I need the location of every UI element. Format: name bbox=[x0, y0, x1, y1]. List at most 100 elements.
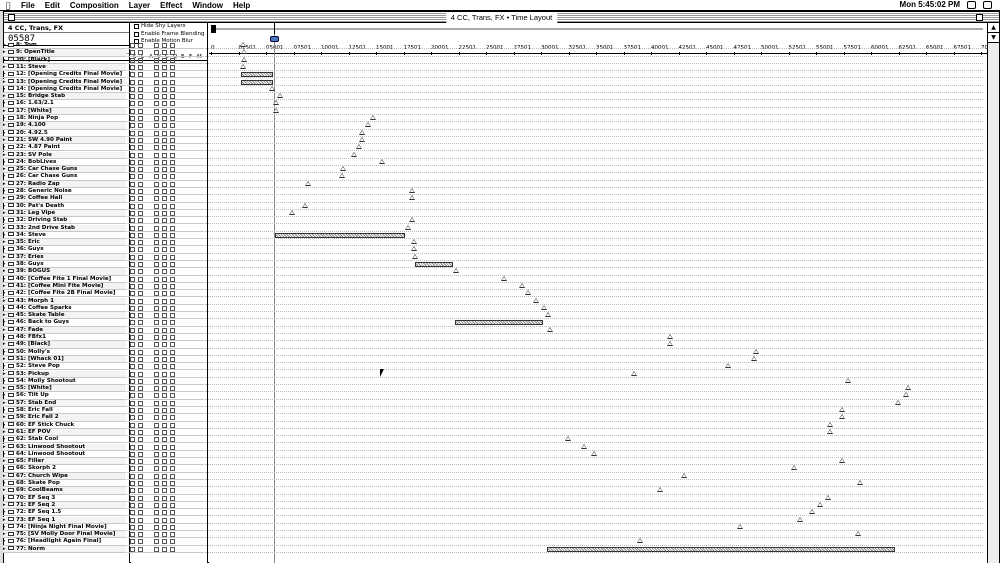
keyframe-marker-icon[interactable] bbox=[412, 253, 418, 259]
quality-switch-icon[interactable] bbox=[154, 240, 159, 246]
effect-switch-icon[interactable] bbox=[162, 378, 167, 384]
layer-row[interactable]: ▸ 12: [Opening Credits Final Movie] bbox=[0, 71, 986, 79]
keyframe-marker-icon[interactable] bbox=[241, 49, 247, 55]
layer-duration-bar[interactable] bbox=[455, 320, 543, 326]
layer-row[interactable]: ▸ 58: Eric Fall bbox=[0, 407, 986, 415]
effect-switch-icon[interactable] bbox=[162, 130, 167, 136]
lock-switch-icon[interactable] bbox=[138, 86, 143, 92]
quality-switch-icon[interactable] bbox=[154, 364, 159, 370]
video-switch-icon[interactable] bbox=[130, 335, 135, 340]
layer-duration-track[interactable] bbox=[205, 246, 983, 254]
layer-name-cell[interactable]: ▸ 25: Car Chase Guns bbox=[3, 166, 126, 174]
layer-name-cell[interactable]: ▸ 75: [SV Molly Door Final Movie] bbox=[3, 531, 126, 539]
layer-duration-track[interactable] bbox=[205, 428, 983, 437]
motion-blur-switch-icon[interactable] bbox=[170, 517, 175, 523]
quality-switch-icon[interactable] bbox=[154, 167, 159, 173]
keyframe-marker-icon[interactable] bbox=[409, 195, 415, 201]
motion-blur-switch-icon[interactable] bbox=[170, 283, 175, 289]
help-balloon-icon[interactable] bbox=[967, 1, 976, 9]
layer-duration-track[interactable] bbox=[205, 151, 983, 159]
keyframe-marker-icon[interactable] bbox=[370, 115, 376, 120]
layer-row[interactable]: ▸ 21: SW 4.90 Paint bbox=[0, 136, 986, 145]
motion-blur-switch-icon[interactable] bbox=[170, 57, 175, 63]
video-switch-icon[interactable] bbox=[130, 378, 135, 384]
quality-switch-icon[interactable] bbox=[154, 298, 159, 304]
effect-switch-icon[interactable] bbox=[162, 342, 167, 348]
quality-switch-icon[interactable] bbox=[154, 276, 159, 282]
vertical-scrollbar[interactable]: ▲ ▼ bbox=[987, 23, 999, 563]
layer-duration-track[interactable] bbox=[205, 421, 983, 429]
layer-row[interactable]: ▸ 61: EF POV bbox=[0, 428, 986, 437]
keyframe-marker-icon[interactable] bbox=[545, 312, 551, 318]
effect-switch-icon[interactable] bbox=[162, 283, 167, 289]
motion-blur-switch-icon[interactable] bbox=[170, 145, 175, 151]
keyframe-marker-icon[interactable] bbox=[501, 275, 507, 281]
quality-switch-icon[interactable] bbox=[154, 218, 159, 224]
lock-switch-icon[interactable] bbox=[138, 145, 143, 151]
video-switch-icon[interactable] bbox=[130, 189, 135, 194]
video-switch-icon[interactable] bbox=[130, 313, 135, 319]
quality-switch-icon[interactable] bbox=[154, 108, 159, 114]
video-switch-icon[interactable] bbox=[130, 539, 135, 545]
keyframe-marker-icon[interactable] bbox=[791, 465, 797, 471]
layer-duration-track[interactable] bbox=[205, 450, 983, 459]
effect-switch-icon[interactable] bbox=[162, 72, 167, 78]
keyframe-marker-icon[interactable] bbox=[533, 297, 539, 303]
motion-blur-switch-icon[interactable] bbox=[170, 262, 175, 267]
motion-blur-switch-icon[interactable] bbox=[170, 79, 175, 85]
quality-switch-icon[interactable] bbox=[154, 510, 159, 516]
lock-switch-icon[interactable] bbox=[138, 473, 143, 479]
lock-switch-icon[interactable] bbox=[138, 429, 143, 435]
layer-row[interactable]: ▸ 35: Eric bbox=[0, 239, 986, 247]
layer-row[interactable]: ▸ 20: 4.92.5 bbox=[0, 129, 986, 137]
motion-blur-switch-icon[interactable] bbox=[170, 247, 175, 253]
layer-row[interactable]: ▸ 19: 4.100 bbox=[0, 122, 986, 130]
layer-row[interactable]: ▸ 17: [White] bbox=[0, 107, 986, 115]
layer-name-cell[interactable]: ▸ 65: Filler bbox=[3, 458, 126, 466]
layer-name-cell[interactable]: ▸ 56: Tilt Up bbox=[3, 392, 126, 400]
lock-switch-icon[interactable] bbox=[138, 495, 143, 501]
video-switch-icon[interactable] bbox=[130, 415, 135, 421]
effect-switch-icon[interactable] bbox=[162, 327, 167, 333]
effect-switch-icon[interactable] bbox=[162, 517, 167, 523]
quality-switch-icon[interactable] bbox=[154, 232, 159, 238]
video-switch-icon[interactable] bbox=[130, 225, 135, 231]
video-switch-icon[interactable] bbox=[130, 79, 135, 85]
layer-duration-track[interactable] bbox=[205, 458, 983, 466]
quality-switch-icon[interactable] bbox=[154, 291, 159, 297]
layer-row[interactable]: ▸ 27: Radio Zap bbox=[0, 180, 986, 188]
layer-row[interactable]: ▸ 30: Pat's Death bbox=[0, 202, 986, 210]
effect-switch-icon[interactable] bbox=[162, 371, 167, 377]
layer-row[interactable]: ▸ 43: Morph 1 bbox=[0, 297, 986, 305]
lock-switch-icon[interactable] bbox=[138, 539, 143, 545]
quality-switch-icon[interactable] bbox=[154, 400, 159, 406]
motion-blur-switch-icon[interactable] bbox=[170, 488, 175, 494]
layer-duration-track[interactable] bbox=[205, 261, 983, 269]
keyframe-marker-icon[interactable] bbox=[845, 377, 851, 383]
lock-switch-icon[interactable] bbox=[138, 189, 143, 194]
layer-row[interactable]: ▸ 26: Car Chase Guns bbox=[0, 173, 986, 181]
layer-duration-track[interactable] bbox=[205, 443, 983, 451]
motion-blur-switch-icon[interactable] bbox=[170, 108, 175, 114]
quality-switch-icon[interactable] bbox=[154, 546, 159, 552]
layer-row[interactable]: ▸ 67: Church Wipe bbox=[0, 472, 986, 480]
video-switch-icon[interactable] bbox=[130, 43, 135, 48]
layer-duration-track[interactable] bbox=[205, 232, 983, 240]
effect-switch-icon[interactable] bbox=[162, 451, 167, 457]
layer-duration-bar[interactable] bbox=[241, 79, 273, 85]
effect-switch-icon[interactable] bbox=[162, 459, 167, 465]
video-switch-icon[interactable] bbox=[130, 481, 135, 486]
motion-blur-switch-icon[interactable] bbox=[170, 364, 175, 370]
effect-switch-icon[interactable] bbox=[162, 437, 167, 443]
layer-row[interactable]: ▸ 18: Ninja Pop bbox=[0, 115, 986, 123]
quality-switch-icon[interactable] bbox=[154, 386, 159, 392]
lock-switch-icon[interactable] bbox=[138, 356, 143, 362]
lock-switch-icon[interactable] bbox=[138, 240, 143, 246]
lock-switch-icon[interactable] bbox=[138, 57, 143, 63]
layer-row[interactable]: ▸ 14: [Opening Credits Final Movie] bbox=[0, 85, 986, 94]
keyframe-marker-icon[interactable] bbox=[667, 334, 673, 339]
layer-name-cell[interactable]: ▸ 63: Linwood Shootout bbox=[3, 443, 126, 451]
layer-row[interactable]: ▸ 53: Pickup bbox=[0, 370, 986, 378]
motion-blur-switch-icon[interactable] bbox=[170, 349, 175, 355]
video-switch-icon[interactable] bbox=[130, 371, 135, 377]
